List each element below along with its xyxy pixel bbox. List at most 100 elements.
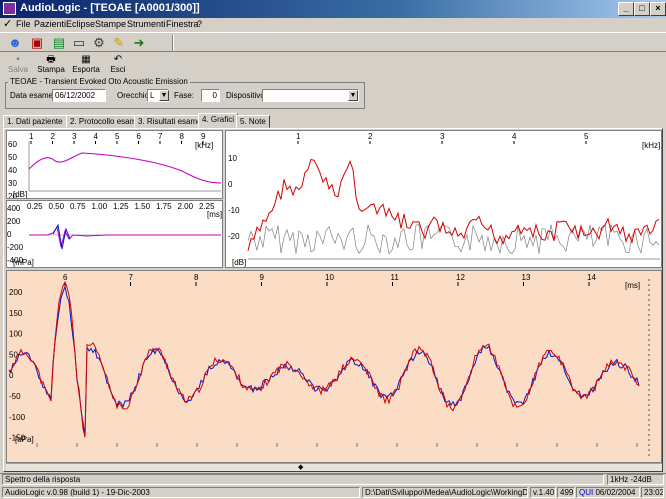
settings-icon[interactable]: ⚙ [90, 34, 108, 51]
exit-door-icon[interactable]: ➜ [130, 34, 148, 51]
database-path: D:\Dati\Sviluppo\Medea\AudioLogic\Workin… [362, 487, 528, 498]
date-field[interactable]: 06/12/2002 [52, 89, 106, 102]
x-tick-label: 1 [296, 132, 301, 141]
y-unit-label: [mPa] [13, 258, 34, 267]
x-tick-label: 0.75 [70, 202, 86, 211]
tab-protocollo-esame[interactable]: 2. Protocollo esame [66, 115, 145, 128]
save-icon: ▪ [16, 54, 20, 65]
status-message: Spettro della risposta [2, 474, 604, 485]
x-tick-label: 8 [194, 273, 199, 282]
x-tick-label: 14 [587, 273, 596, 282]
status-date-value: 06/02/2004 [595, 488, 636, 497]
x-tick-label: 5 [115, 132, 120, 141]
close-button[interactable]: × [650, 2, 666, 16]
y-tick-label: 60 [8, 140, 17, 149]
exit-button[interactable]: ↶ Esci [103, 54, 133, 74]
db-version: v.1.40 [530, 487, 556, 498]
group-title: TEOAE - Transient Evoked Oto Acoustic Em… [8, 77, 190, 86]
phase-field[interactable]: 0 [201, 89, 220, 102]
time-scroll-strip[interactable]: ◆ [6, 463, 662, 471]
menu-bar: ✓ File Pazienti Eclipse Stampe Strumenti… [0, 18, 666, 32]
status-cursor-readout: 1kHz -24dB [607, 474, 664, 485]
y-unit-label: [dB] [232, 258, 246, 267]
response-spectrum-chart: 1 2 3 4 5 [kHz] 10 0 -10 -20 [dB] [225, 130, 662, 268]
export-button[interactable]: ▦ Esporta [71, 54, 101, 74]
export-icon: ▦ [81, 54, 91, 65]
x-tick-label: 4 [94, 132, 99, 141]
menu-pazienti[interactable]: Pazienti [34, 19, 66, 29]
x-tick-label: 1.00 [92, 202, 108, 211]
chevron-down-icon[interactable]: ▼ [159, 90, 169, 101]
y-tick-label: 100 [9, 330, 23, 339]
app-icon [3, 2, 16, 15]
x-tick-label: 5 [584, 132, 589, 141]
x-tick-label: 6 [137, 132, 142, 141]
x-tick-label: 10 [325, 273, 334, 282]
status-bar: Spettro della risposta 1kHz -24dB [0, 473, 666, 485]
wizard-icon[interactable]: ✎ [110, 34, 128, 51]
y-tick-label: 0 [9, 371, 14, 380]
device-select[interactable] [262, 89, 359, 102]
x-tick-label: 2 [51, 132, 56, 141]
x-tick-label: 7 [129, 273, 134, 282]
stimulus-waveform-line [29, 225, 221, 248]
action-bar: ▪ Salva 🖶 Stampa ▦ Esporta ↶ Esci [0, 53, 666, 79]
x-tick-label: 3 [440, 132, 445, 141]
menu-eclipse[interactable]: Eclipse [66, 19, 95, 29]
y-tick-label: -10 [228, 206, 240, 215]
folder-icon[interactable]: ▭ [70, 34, 88, 51]
print-label: Stampa [37, 65, 65, 74]
record-count: 499 [557, 487, 575, 498]
scroll-thumb-icon[interactable]: ◆ [298, 464, 303, 471]
y-tick-label: 150 [9, 309, 23, 318]
print-button[interactable]: 🖶 Stampa [36, 54, 66, 74]
stimulus-spectrum-chart: 1 2 3 4 5 6 7 8 9 [kHz] 60 50 40 30 20 [dB] [6, 130, 223, 201]
window-title: AudioLogic - [TEOAE [A0001/300]] [20, 2, 200, 14]
menu-stampe[interactable]: Stampe [95, 19, 126, 29]
printer-icon: 🖶 [46, 54, 56, 65]
response-waveform-plot: 6 7 8 9 10 11 12 13 14[ms]200150100500-50-100-15… [8, 273, 650, 457]
maximize-button[interactable]: □ [634, 2, 650, 16]
menu-strumenti[interactable]: Strumenti [127, 19, 166, 29]
date-label: Data esame: [10, 91, 56, 100]
tab-risultati-esame[interactable]: 3. Risultati esame [134, 115, 206, 128]
y-tick-label: 40 [8, 166, 17, 175]
chevron-down-icon[interactable]: ▼ [348, 90, 358, 101]
x-tick-label: 7 [158, 132, 163, 141]
x-tick-label: 1.75 [156, 202, 172, 211]
x-tick-label: 9 [260, 273, 265, 282]
response-spectrum-plot: 1 2 3 4 5 [kHz] 10 0 -10 -20 [dB] [228, 132, 660, 267]
y-tick-label: 50 [8, 153, 17, 162]
x-tick-label: 1.25 [113, 202, 129, 211]
y-tick-label: -50 [9, 392, 21, 401]
status-date: QUI 06/02/2004 [576, 487, 640, 498]
tab-dati-paziente[interactable]: 1. Dati paziente [3, 115, 67, 128]
y-tick-label: 200 [9, 288, 23, 297]
export-label: Esporta [72, 65, 100, 74]
y-tick-label: 10 [228, 154, 237, 163]
save-button[interactable]: ▪ Salva [3, 54, 33, 74]
menu-help[interactable]: ? [197, 19, 202, 29]
y-tick-label: -200 [7, 243, 24, 252]
print-setup-icon[interactable]: ▣ [28, 34, 46, 51]
phase-label: Fase: [174, 91, 195, 100]
noise-spectrum-line [247, 223, 660, 255]
x-tick-label: 3 [72, 132, 77, 141]
y-tick-label: 0 [228, 180, 233, 189]
menu-file[interactable]: File [16, 19, 31, 29]
menu-finestra[interactable]: Finestra [166, 19, 199, 29]
x-unit-label: [ms] [625, 281, 640, 290]
x-tick-label: 1.50 [135, 202, 151, 211]
response-waveform-chart: 6 7 8 9 10 11 12 13 14 [ms] 200 150 100 50 0 -50 -100 -15… [6, 270, 662, 463]
x-tick-label: 13 [522, 273, 531, 282]
undo-icon: ↶ [113, 54, 123, 65]
network-icon[interactable]: ▤ [50, 34, 68, 51]
tab-note[interactable]: 5. Note [236, 115, 270, 128]
y-unit-label: [uPa] [15, 435, 34, 444]
info-bar: AudioLogic v.0.98 (build 1) - 19-Dic-200… [0, 487, 666, 499]
checkmark-icon: ✓ [3, 18, 13, 30]
patients-icon[interactable]: ☻ [6, 34, 24, 51]
x-tick-label: 6 [63, 273, 68, 282]
tab-grafici[interactable]: 4. Grafici [198, 113, 239, 128]
minimize-button[interactable]: _ [618, 2, 634, 16]
